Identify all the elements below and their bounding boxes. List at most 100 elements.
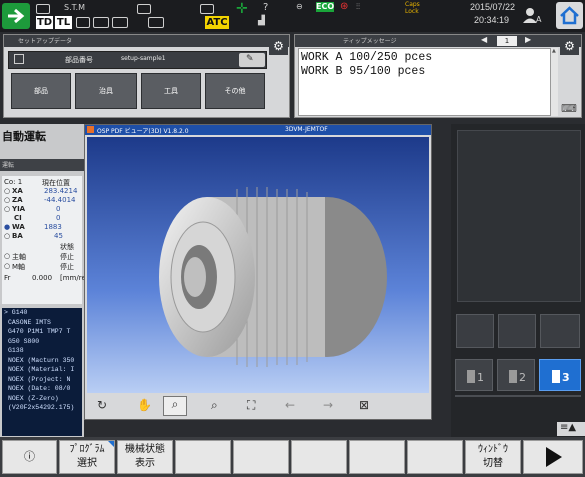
fkey-window-switch-line2: 切替 xyxy=(483,458,503,469)
fkey-program-select-line2: 選択 xyxy=(77,458,97,469)
right-panel: 1 2 3 ≡▲ xyxy=(451,124,585,437)
fkey-window-switch[interactable]: ｳｨﾝﾄﾞｳ 切替 xyxy=(465,440,521,474)
info-icon: ⓘ xyxy=(24,450,35,463)
page-2-label: 2 xyxy=(519,371,526,384)
axis-value: 1883 xyxy=(44,223,62,231)
gear-icon: ⚙ xyxy=(564,39,575,53)
eco-indicator: ECO xyxy=(316,2,335,12)
gear-icon: ⚙ xyxy=(273,39,284,53)
tip-line-1: WORK A 100/250 pces xyxy=(301,51,433,64)
program-line: NOEX (Project: N xyxy=(8,375,71,383)
forward-icon[interactable]: → xyxy=(323,398,333,412)
axis-name: XA xyxy=(12,187,23,195)
setup-parts-button[interactable]: 部品 xyxy=(11,73,71,109)
fkey-empty-7[interactable] xyxy=(349,440,405,474)
program-listing[interactable]: > G140 CASONE IMTS G470 P1M1 TMP7 T G50 … xyxy=(2,308,82,436)
right-top-area xyxy=(457,130,581,302)
setup-settings-button[interactable]: ⚙ xyxy=(269,37,288,55)
fit-icon[interactable]: ⛶ xyxy=(247,398,255,413)
fkey-machine-status-line2: 表示 xyxy=(135,458,155,469)
tip-next-button[interactable]: ▶ xyxy=(525,35,531,44)
arrow-right-icon xyxy=(8,8,25,24)
setup-other-button[interactable]: その他 xyxy=(205,73,265,109)
fkey-empty-6[interactable] xyxy=(291,440,347,474)
program-line: G138 xyxy=(8,347,24,354)
mode-arrow-button[interactable] xyxy=(2,3,30,29)
field-value: setup-sample1 xyxy=(121,55,166,62)
axis-name: BA xyxy=(12,232,23,240)
menu-button[interactable]: ≡▲ xyxy=(557,422,585,436)
setup-tool-button[interactable]: 工具 xyxy=(141,73,201,109)
fkey-info[interactable]: ⓘ xyxy=(2,440,57,474)
viewer-app-icon xyxy=(87,126,94,133)
axis-radio[interactable]: ○ xyxy=(4,205,10,213)
close-view-icon[interactable]: ⊠ xyxy=(359,398,369,412)
field-edit-button[interactable]: ✎ xyxy=(239,53,265,67)
home-button[interactable] xyxy=(556,2,583,29)
axis-value: 0 xyxy=(56,205,61,213)
rotate-icon[interactable]: ↻ xyxy=(97,398,107,412)
setup-fixture-button[interactable]: 治具 xyxy=(75,73,137,109)
back-icon[interactable]: ← xyxy=(285,398,295,412)
axis-radio[interactable]: ○ xyxy=(4,232,10,240)
user-button[interactable]: A xyxy=(522,6,544,26)
feed-value: 0.000 xyxy=(32,274,53,282)
page-2-button[interactable]: 2 xyxy=(497,359,535,391)
field-icon xyxy=(14,54,24,64)
fkey-empty-5[interactable] xyxy=(233,440,289,474)
viewer-toolbar: ↻ ✋ ⌕ ⌕ ⛶ ← → ⊠ xyxy=(87,395,429,417)
user-level: A xyxy=(536,15,542,24)
page-3-label: 3 xyxy=(562,371,570,384)
tip-text-area[interactable]: WORK A 100/250 pces WORK B 95/100 pces xyxy=(298,48,551,116)
fkey-empty-8[interactable] xyxy=(407,440,463,474)
axis-radio[interactable]: ○ xyxy=(4,196,10,204)
optional-stop-icon: ? xyxy=(263,2,269,13)
status-time: 20:34:19 xyxy=(474,15,510,25)
function-key-bar: ⓘ ﾌﾟﾛｸﾞﾗﾑ 選択 機械状態 表示 ｳｨﾝﾄﾞｳ 切替 xyxy=(0,437,585,477)
axis-radio-selected[interactable]: ● xyxy=(4,223,10,231)
status-date: 2015/07/22 xyxy=(470,2,516,12)
td-indicator: TD xyxy=(36,16,53,29)
tl-indicator: TL xyxy=(55,16,72,29)
setup-field-row: 部品番号 setup-sample1 ✎ xyxy=(8,51,267,69)
spindle-radio[interactable]: ○ xyxy=(4,252,10,260)
tip-page-number: 1 xyxy=(497,36,517,46)
axis-name: CI xyxy=(14,214,22,222)
page-1-button[interactable]: 1 xyxy=(455,359,493,391)
axis-radio[interactable]: ○ xyxy=(4,187,10,195)
panel-button[interactable] xyxy=(540,314,580,348)
setup-header: セットアップデータ xyxy=(4,35,289,47)
program-line: > G140 xyxy=(4,309,28,316)
fkey-next-page[interactable] xyxy=(523,440,583,474)
zoom-window-icon[interactable]: ⌕ xyxy=(211,398,218,413)
fkey-program-select[interactable]: ﾌﾟﾛｸﾞﾗﾑ 選択 xyxy=(59,440,115,474)
tip-scrollbar[interactable]: ▲ xyxy=(551,48,558,116)
fkey-empty-4[interactable] xyxy=(175,440,231,474)
program-line: NOEX (Date: 08/0 xyxy=(8,385,71,392)
program-line: G470 P1M1 TMP7 T xyxy=(8,328,71,335)
setup-header-title: セットアップデータ xyxy=(18,38,73,45)
signal-icon: ⫶⫶ xyxy=(356,2,360,11)
page-3-button-active[interactable]: 3 xyxy=(539,359,581,391)
viewer-canvas[interactable] xyxy=(87,137,429,393)
tip-prev-button[interactable]: ◀ xyxy=(481,35,487,44)
pan-icon[interactable]: ✋ xyxy=(137,398,152,412)
keyboard-button[interactable]: ⌨ xyxy=(561,97,579,115)
edit-icon: ✎ xyxy=(246,54,254,64)
program-line: CASONE IMTS xyxy=(8,318,51,326)
pdf-viewer-window: OSP PDF ビューア(3D) V1.8.2.0 3DVM-JEMTOF ↻ … xyxy=(84,124,432,420)
panel-button[interactable] xyxy=(498,314,536,348)
program-line: NOEX (Macturn 350 xyxy=(8,356,75,364)
spindle-radio[interactable]: ○ xyxy=(4,262,10,270)
tip-line-2: WORK B 95/100 pces xyxy=(301,65,426,78)
fkey-machine-status[interactable]: 機械状態 表示 xyxy=(117,440,173,474)
menu-icon: ≡▲ xyxy=(560,422,577,433)
atc-indicator: ATC xyxy=(205,16,229,29)
door-icon xyxy=(148,17,164,28)
home-icon xyxy=(560,6,579,25)
alarm-icon: ⊛ xyxy=(340,1,349,12)
zoom-icon[interactable]: ⌕ xyxy=(163,396,187,416)
tip-settings-button[interactable]: ⚙ xyxy=(560,37,579,55)
panel-button[interactable] xyxy=(456,314,494,348)
tip-header-title: ティップメッセージ xyxy=(343,38,397,45)
